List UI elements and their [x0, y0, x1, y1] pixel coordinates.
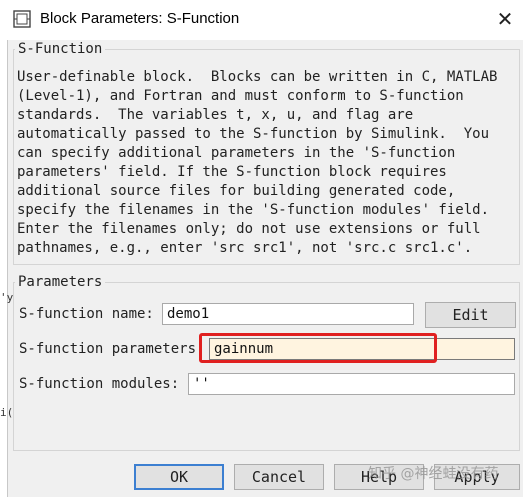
background-window-strip: 'y i(	[0, 40, 13, 497]
description-line: specify the filenames in the 'S-function…	[17, 202, 490, 218]
sfunction-description: User-definable block. Blocks can be writ…	[17, 68, 517, 258]
cancel-button[interactable]: Cancel	[234, 464, 324, 490]
description-line: standards. The variables t, x, u, and fl…	[17, 107, 414, 123]
block-parameters-dialog: Block Parameters: S-Function ✕ 'y i( S-F…	[0, 0, 523, 497]
parameters-group-legend: Parameters	[18, 274, 103, 290]
title-bar[interactable]: Block Parameters: S-Function ✕	[0, 0, 523, 40]
description-line: (Level-1), and Fortran and must conform …	[17, 88, 464, 104]
parameters-group: Parameters	[13, 274, 520, 451]
sfunction-parameters-input[interactable]	[209, 338, 515, 360]
sfunction-modules-input[interactable]	[188, 373, 515, 395]
description-line: pathnames, e.g., enter 'src src1', not '…	[17, 240, 473, 256]
close-icon[interactable]: ✕	[490, 6, 520, 34]
description-line: can specify additional parameters in the…	[17, 145, 456, 161]
background-text-fragment: 'y	[0, 291, 14, 304]
simulink-block-icon	[13, 10, 31, 28]
ok-button[interactable]: OK	[134, 464, 224, 490]
sfunction-modules-label: S-function modules:	[19, 376, 180, 392]
description-line: User-definable block. Blocks can be writ…	[17, 69, 498, 85]
sfunction-name-label: S-function name:	[19, 306, 154, 322]
apply-button[interactable]: Apply	[434, 464, 520, 490]
description-line: parameters' field. If the S-function blo…	[17, 164, 447, 180]
sfunction-name-input[interactable]	[162, 303, 414, 325]
sfunction-parameters-label: S-function parameters	[19, 341, 197, 357]
description-line: additional source files for building gen…	[17, 183, 456, 199]
edit-button[interactable]: Edit	[425, 302, 516, 328]
window-title: Block Parameters: S-Function	[40, 10, 240, 27]
help-button[interactable]: Help	[334, 464, 424, 490]
sfunction-group-legend: S-Function	[18, 41, 103, 57]
description-line: automatically passed to the S-function b…	[17, 126, 490, 142]
background-text-fragment: i(	[0, 406, 14, 419]
description-line: Enter the filenames only; do not use ext…	[17, 221, 481, 237]
